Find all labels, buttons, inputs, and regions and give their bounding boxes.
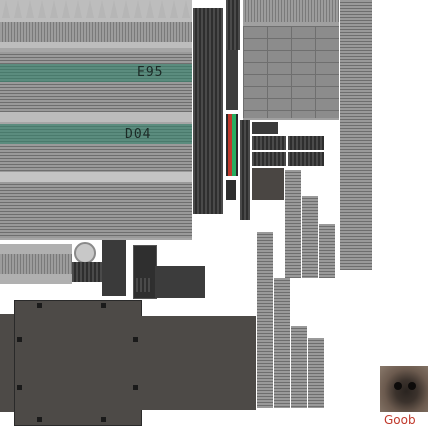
avatar — [380, 366, 428, 412]
dark-bracket — [102, 240, 126, 296]
red-green-strip — [226, 114, 238, 176]
dark-strip-3 — [226, 50, 238, 110]
edge-plate — [0, 314, 14, 412]
dark-block-small — [226, 180, 236, 200]
grate-2 — [252, 136, 286, 150]
hull-panel-main: E95 D04 — [0, 0, 192, 240]
small-hull-strip — [0, 244, 72, 284]
dark-square — [252, 168, 284, 200]
artist-tag: Goob — [384, 413, 416, 427]
dark-arm — [155, 266, 205, 298]
round-hatch — [74, 242, 96, 264]
dark-strip-1 — [193, 8, 223, 214]
grate-3 — [288, 136, 324, 150]
dark-strip-2 — [226, 0, 240, 50]
riveted-plate — [14, 300, 142, 426]
grate-4 — [252, 152, 286, 166]
dark-strip-4 — [240, 120, 250, 220]
grate-1 — [252, 122, 278, 134]
plain-plate — [140, 316, 256, 410]
tile-panel — [243, 0, 339, 120]
grate-5 — [288, 152, 324, 166]
teal-band-lower — [0, 124, 192, 144]
panel-code-e95: E95 — [137, 65, 164, 80]
vent-strip — [72, 262, 102, 282]
panel-code-d04: D04 — [125, 127, 152, 142]
spike-row — [0, 0, 192, 48]
right-strip — [340, 0, 372, 270]
